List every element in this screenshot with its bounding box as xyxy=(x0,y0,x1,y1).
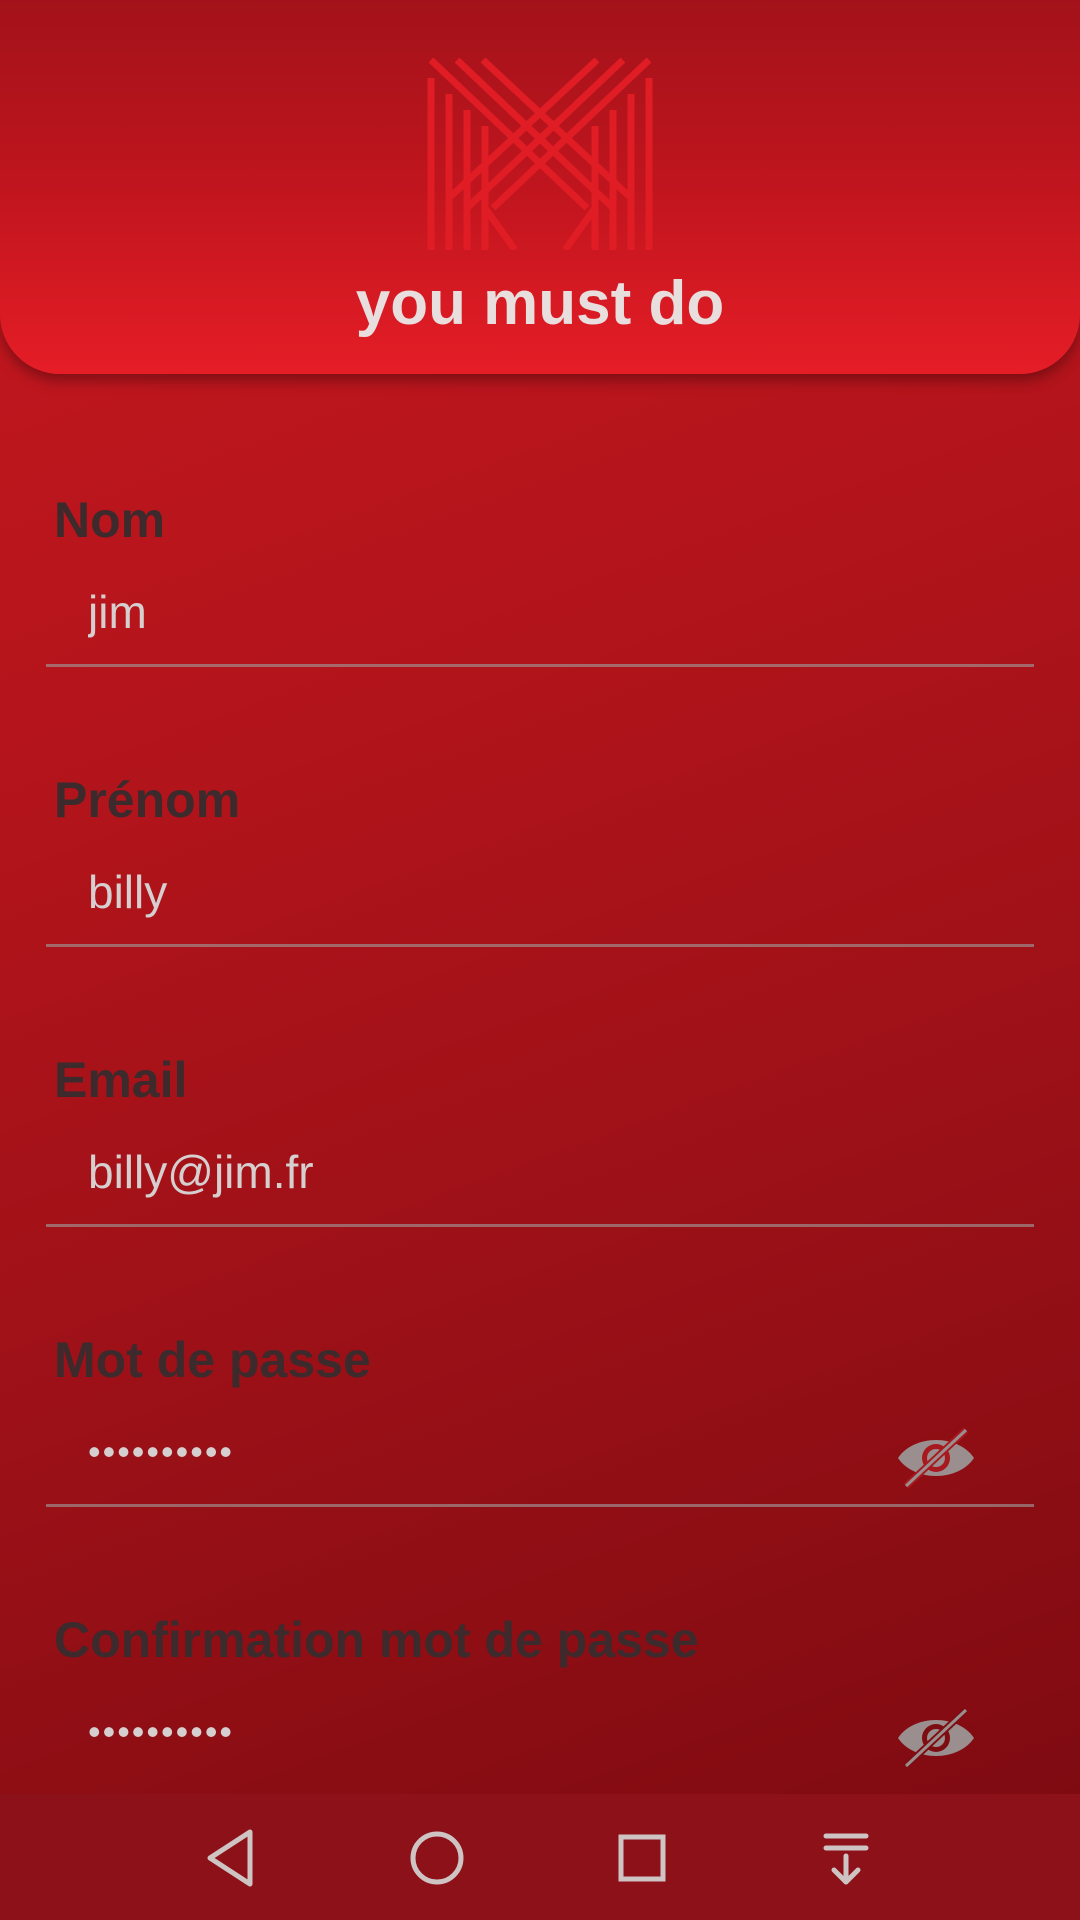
prenom-input[interactable] xyxy=(88,862,868,922)
email-input[interactable] xyxy=(88,1142,868,1202)
m-logo-icon xyxy=(427,58,653,250)
home-circle-icon[interactable] xyxy=(403,1824,471,1892)
recent-square-icon[interactable] xyxy=(608,1824,676,1892)
app-title: you must do xyxy=(355,269,725,338)
nom-input[interactable] xyxy=(88,582,868,642)
email-field: Email xyxy=(0,1050,1080,1330)
eye-off-icon[interactable] xyxy=(896,1706,976,1770)
prenom-underline xyxy=(46,944,1034,947)
nom-field: Nom xyxy=(0,490,1080,770)
password-confirm-label: Confirmation mot de passe xyxy=(54,1612,699,1668)
password-label: Mot de passe xyxy=(54,1332,371,1388)
email-underline xyxy=(46,1224,1034,1227)
password-input[interactable] xyxy=(88,1422,868,1482)
navigation-bar xyxy=(0,1794,1080,1920)
password-confirm-input[interactable] xyxy=(88,1702,868,1762)
password-field: Mot de passe xyxy=(0,1330,1080,1610)
eye-off-icon[interactable] xyxy=(896,1426,976,1490)
app-header: you must do xyxy=(0,0,1080,374)
nom-underline xyxy=(46,664,1034,667)
prenom-label: Prénom xyxy=(54,772,241,828)
back-triangle-icon[interactable] xyxy=(200,1824,268,1892)
prenom-field: Prénom xyxy=(0,770,1080,1050)
nom-label: Nom xyxy=(54,492,166,548)
pull-down-icon[interactable] xyxy=(812,1824,880,1892)
email-label: Email xyxy=(54,1052,188,1108)
password-underline xyxy=(46,1504,1034,1507)
